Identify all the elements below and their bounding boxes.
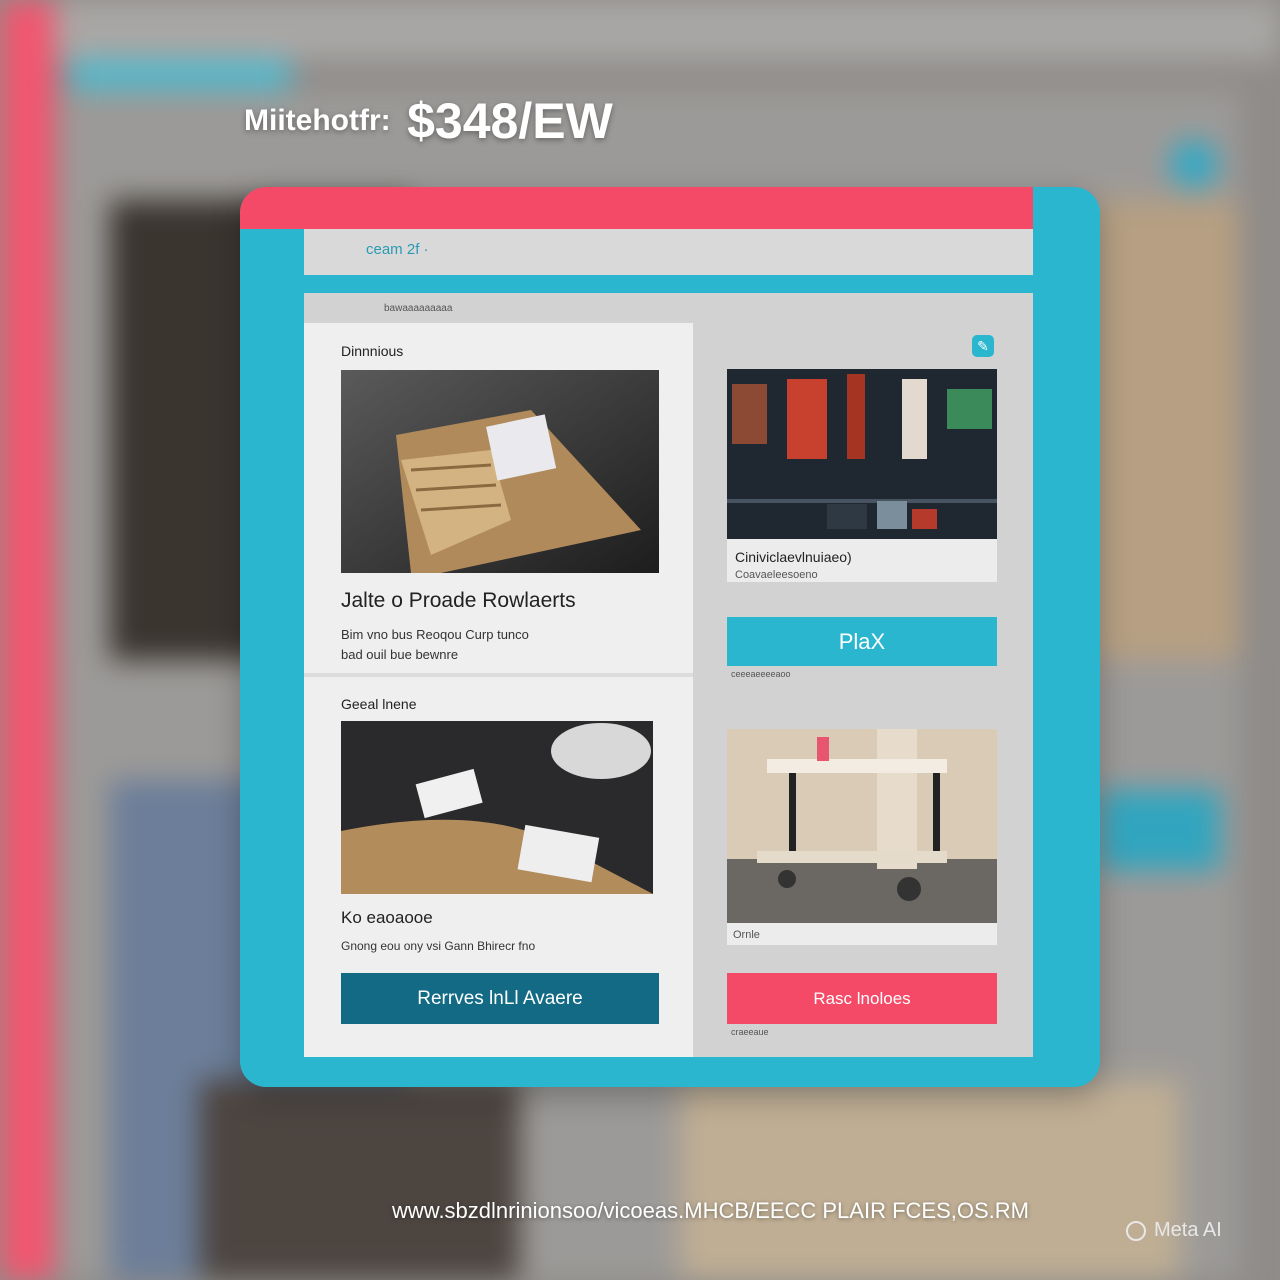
product-page-card: ceam 2f · bawaaaaaaaaa Dinnnious Jalte o… xyxy=(240,187,1100,1087)
content-caption: bawaaaaaaaaa xyxy=(384,303,453,314)
content-area: bawaaaaaaaaa Dinnnious Jalte o Proade Ro… xyxy=(304,293,1033,1057)
footer-url: www.sbzdlnrinionsoo/vicoeas.MHCB/EECC PL… xyxy=(392,1198,1029,1223)
product-photo-3 xyxy=(727,369,997,539)
product-card-right-2[interactable]: Ornle xyxy=(727,729,997,945)
product-card-right-1[interactable]: Ciniviclaevlnuiaeo) Coavaeleesoeno xyxy=(727,369,997,582)
primary-action-button[interactable]: Rerrves lnLl Avaere xyxy=(341,973,659,1024)
meta-ai-logo-icon xyxy=(1126,1220,1146,1241)
item-description: Gnong eou ony vsi Gann Bhirecr fno xyxy=(341,939,536,953)
product-description-1: Bim vno bus Reoqou Curp tunco xyxy=(341,627,529,642)
card1-subtitle: Coavaeleesoeno xyxy=(735,569,818,581)
watermark: Meta AI xyxy=(1126,1219,1222,1242)
section-label-2: Geeal lnene xyxy=(341,696,417,712)
product-title: Jalte o Proade Rowlaerts xyxy=(341,589,576,612)
secondary-caption: craeeaue xyxy=(731,1027,769,1037)
product-photo-2[interactable] xyxy=(341,721,653,894)
price-label: Miitehotfr: xyxy=(244,104,391,137)
address-bar[interactable]: ceam 2f · xyxy=(304,229,1033,275)
card1-title: Ciniviclaevlnuiaeo) xyxy=(735,549,852,565)
price-value: $348/EW xyxy=(407,93,613,149)
section-label-1: Dinnnious xyxy=(341,343,404,359)
product-description-2: bad ouil bue bewnre xyxy=(341,647,459,662)
cta-button[interactable]: PlaX xyxy=(727,617,997,666)
left-column: Dinnnious Jalte o Proade Rowlaerts Bim v… xyxy=(304,323,693,1057)
cta-caption: ceeeaeeeeaoo xyxy=(731,669,791,679)
edit-icon[interactable]: ✎ xyxy=(972,335,994,357)
product-photo-1[interactable] xyxy=(341,370,659,573)
product-photo-4 xyxy=(727,729,997,923)
price-headline: Miitehotfr: $348/EW xyxy=(244,92,613,150)
watermark-text: Meta AI xyxy=(1154,1219,1222,1241)
card2-caption: Ornle xyxy=(733,929,760,941)
secondary-action-button[interactable]: Rasc lnoloes xyxy=(727,973,997,1024)
window-title-bar xyxy=(240,187,1033,229)
section-divider xyxy=(304,673,693,677)
item-title: Ko eaoaooe xyxy=(341,908,433,927)
address-text: ceam 2f · xyxy=(366,241,429,258)
